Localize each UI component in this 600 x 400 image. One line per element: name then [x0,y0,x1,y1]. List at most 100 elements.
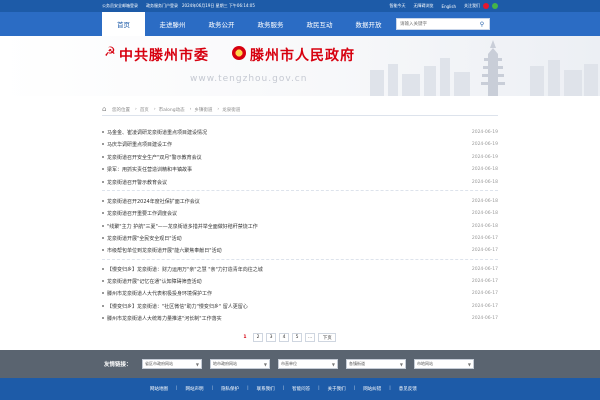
footer-about-link[interactable]: 关于我们 [328,386,346,392]
list-item[interactable]: 马庆华调研重点项目建设工作 2024-06-19 [102,140,498,148]
footer-qa-link[interactable]: 智能问答 [292,386,310,392]
home-icon: ⌂ [102,105,107,113]
footer-error-link[interactable]: 网站纠错 [363,386,381,392]
bullet-icon [102,225,104,227]
news-date: 2024-06-17 [471,315,498,321]
list-item[interactable]: 【慢变归乡】龙泉街道：财力运用万"亲"之慧 "亲"力打造青年向往之城 2024-0… [102,265,498,273]
footer-statement-link[interactable]: 网站声明 [186,386,204,392]
list-item[interactable]: 马金金、崔凌调研龙泉街道重点项目建设情况 2024-06-19 [102,128,498,136]
list-item[interactable]: 【慢变归乡】龙泉街道："社区微信"助力"慢变归乡" 留人更留心 2024-06-1… [102,302,498,310]
news-title[interactable]: 滕州市龙泉街道人大代表积极投身环境保护工作 [107,290,472,297]
bullet-icon [102,317,104,319]
bullet-icon [102,249,104,251]
page-4[interactable]: 4 [279,333,289,342]
news-date: 2024-06-18 [471,166,498,172]
list-item[interactable]: 龙泉街道召开安全生产"双月"警示教育会议 2024-06-19 [102,153,498,161]
breadcrumb: ⌂ 您的位置 › 首页 › 市along动态 › 乡镇街道 › 龙泉街道 [102,104,498,116]
local-sites-select[interactable]: 市地网站 ▼ [414,359,474,369]
follow-us-link[interactable]: 关注我们 [464,3,480,9]
news-title[interactable]: 龙泉街道开展"全民安全观日"活动 [107,235,472,242]
chevron-down-icon: ▼ [467,361,471,367]
main-nav: 首页 走进滕州 政务公开 政务服务 政民互动 数据开放 ⚲ [0,12,600,36]
page-more[interactable]: ... [305,333,316,342]
list-item[interactable]: 梁军：用抓实责任营造训精和丰镇故事 2024-06-18 [102,165,498,173]
page-2[interactable]: 2 [253,333,263,342]
nav-interaction[interactable]: 政民互动 [298,12,341,36]
page-3[interactable]: 3 [266,333,276,342]
list-item[interactable]: 龙泉街道开展"全民安全观日"活动 2024-06-17 [102,234,498,242]
smart-today-link[interactable]: 智能今天 [390,3,406,9]
wechat-icon[interactable] [492,3,498,9]
breadcrumb-home[interactable]: 首页 [140,107,149,113]
list-item[interactable]: 龙泉街道召开警示教育会议 2024-06-18 [102,178,498,186]
news-title[interactable]: 梁军：用抓实责任营造训精和丰镇故事 [107,166,472,173]
news-title[interactable]: 龙泉街道召开2024年度社保扩面工作会议 [107,198,472,205]
search-box: ⚲ [396,18,490,30]
news-date: 2024-06-17 [471,235,498,241]
footer-divider: | [318,386,320,391]
provincial-sites-select[interactable]: 省区市政府网站 ▼ [142,359,202,369]
nav-about[interactable]: 走进滕州 [151,12,194,36]
news-title[interactable]: "线聚"主力 护航"三夏"——龙泉街道多措并举全面做好秸秆禁烧工作 [107,223,472,230]
nav-gov-service[interactable]: 政务服务 [249,12,292,36]
list-item[interactable]: 龙泉街道召开重要工作调度会议 2024-06-18 [102,209,498,217]
site-banner: ☭ 中共滕州市委 滕州市人民政府 www.tengzhou.gov.cn [0,36,600,96]
page-1[interactable]: 1 [240,333,250,342]
email-login-link[interactable]: 公务员安全邮箱登录 [102,3,138,9]
bullet-icon [102,156,104,158]
page-5[interactable]: 5 [292,333,302,342]
search-icon[interactable]: ⚲ [477,19,487,29]
search-input[interactable] [397,19,477,29]
news-title[interactable]: 马金金、崔凌调研龙泉街道重点项目建设情况 [107,129,472,136]
breadcrumb-towns[interactable]: 乡镇街道 [194,107,212,113]
news-date: 2024-06-17 [471,290,498,296]
list-item[interactable]: "线聚"主力 护航"三夏"——龙泉街道多措并举全面做好秸秆禁烧工作 2024-06… [102,222,498,230]
news-title[interactable]: 【慢变归乡】龙泉街道："社区微信"助力"慢变归乡" 留人更留心 [107,303,472,310]
footer-sitemap-link[interactable]: 网站地图 [150,386,168,392]
service-portal-login-link[interactable]: 政务服务门户登录 [146,3,178,9]
news-title[interactable]: 龙泉街道召开重要工作调度会议 [107,210,472,217]
select-value: 地市政府网站 [213,361,237,366]
news-title[interactable]: 【慢变归乡】龙泉街道：财力运用万"亲"之慧 "亲"力打造青年向往之城 [107,266,472,273]
news-title[interactable]: 龙泉街道开展"记忆在通"认知障碍筛查活动 [107,278,472,285]
national-emblem-icon [232,46,246,60]
news-date: 2024-06-18 [471,198,498,204]
list-item[interactable]: 市级帮包单位到龙泉街道开展"能六聚焦奉献日"活动 2024-06-17 [102,246,498,254]
list-item[interactable]: 滕州市龙泉街道人大代表积极投身环境保护工作 2024-06-17 [102,289,498,297]
nav-gov-info[interactable]: 政务公开 [200,12,243,36]
footer: 网站地图 | 网站声明 | 隐私保护 | 联系我们 | 智能问答 | 关于我们 | 网站纠错… [0,378,600,400]
accessibility-link[interactable]: 无障碍浏览 [414,3,434,9]
domain-text: www.tengzhou.gov.cn [190,74,308,84]
city-units-select[interactable]: 市直单位 ▼ [278,359,338,369]
chevron-down-icon: ▼ [399,361,403,367]
footer-divider: | [211,386,214,391]
news-date: 2024-06-17 [471,266,498,272]
news-title[interactable]: 市级帮包单位到龙泉街道开展"能六聚焦奉献日"活动 [107,247,472,254]
gov-title: 滕州市人民政府 [250,48,355,64]
footer-feedback-link[interactable]: 意见反馈 [399,386,417,392]
bullet-icon [102,268,104,270]
list-item[interactable]: 龙泉街道开展"记忆在通"认知障碍筛查活动 2024-06-17 [102,277,498,285]
town-sites-select[interactable]: 各镇街道 ▼ [346,359,406,369]
news-date: 2024-06-19 [471,129,498,135]
news-title[interactable]: 滕州市龙泉街道人大统筹力量推进"河长制"工作落实 [107,315,472,322]
skyline-illustration [370,40,598,96]
list-item[interactable]: 龙泉街道召开2024年度社保扩面工作会议 2024-06-18 [102,197,498,205]
weibo-icon[interactable] [483,3,489,9]
footer-contact-link[interactable]: 联系我们 [257,386,275,392]
city-sites-select[interactable]: 地市政府网站 ▼ [210,359,270,369]
news-title[interactable]: 马庆华调研重点项目建设工作 [107,141,472,148]
bullet-icon [102,181,104,183]
next-page-button[interactable]: 下页 [318,333,337,342]
news-title[interactable]: 龙泉街道召开警示教育会议 [107,179,472,186]
english-link[interactable]: English [442,4,456,9]
nav-home[interactable]: 首页 [102,12,145,36]
nav-open-data[interactable]: 数据开放 [347,12,390,36]
breadcrumb-city-news[interactable]: 市along动态 [159,107,185,113]
breadcrumb-current: 龙泉街道 [222,107,241,113]
party-emblem-icon: ☭ [104,45,116,60]
news-title[interactable]: 龙泉街道召开安全生产"双月"警示教育会议 [107,154,472,161]
list-item[interactable]: 滕州市龙泉街道人大统筹力量推进"河长制"工作落实 2024-06-17 [102,314,498,322]
footer-privacy-link[interactable]: 隐私保护 [221,386,239,392]
footer-divider: | [389,386,391,391]
